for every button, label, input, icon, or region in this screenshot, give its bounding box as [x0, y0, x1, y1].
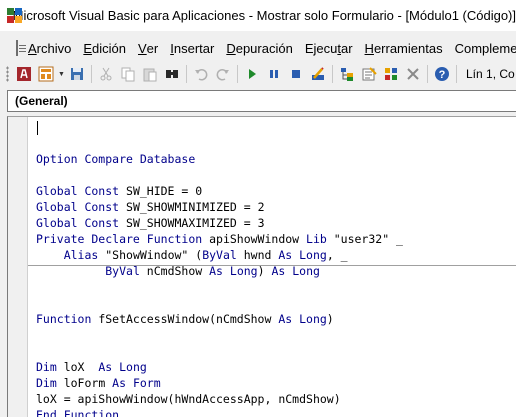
break-icon[interactable] — [263, 63, 285, 85]
menu-archivo[interactable]: Archivo — [22, 37, 77, 59]
margin-indicator-bar[interactable] — [8, 117, 28, 417]
toolbox-icon[interactable] — [402, 63, 424, 85]
window-title: Microsoft Visual Basic para Aplicaciones… — [12, 8, 516, 23]
code-line[interactable]: loX = apiShowWindow(hWndAccessApp, nCmdS… — [36, 391, 341, 407]
run-icon[interactable] — [241, 63, 263, 85]
save-icon[interactable] — [66, 63, 88, 85]
standard-toolbar: ▼ ? Lín 1, Co — [0, 62, 516, 86]
design-mode-icon[interactable] — [307, 63, 329, 85]
svg-text:?: ? — [439, 69, 446, 81]
find-icon[interactable] — [161, 63, 183, 85]
object-dropdown[interactable]: (General) — [7, 90, 516, 112]
object-row: (General) — [0, 86, 516, 116]
code-line[interactable]: Option Compare Database — [36, 151, 195, 167]
toolbar-separator — [332, 65, 333, 83]
text-caret — [37, 121, 38, 135]
menu-complementos[interactable]: Compleme — [449, 37, 516, 59]
cut-icon[interactable] — [95, 63, 117, 85]
menu-bar: Archivo Edición Ver Insertar Depuración Ejecu… — [0, 36, 516, 60]
redo-icon[interactable] — [212, 63, 234, 85]
paste-icon[interactable] — [139, 63, 161, 85]
menu-ejecutar[interactable]: Ejecu t ar — [299, 37, 359, 59]
undo-icon[interactable] — [190, 63, 212, 85]
toolbar-separator — [91, 65, 92, 83]
copy-icon[interactable] — [117, 63, 139, 85]
menu-edicion[interactable]: Edición — [77, 37, 132, 59]
object-browser-icon[interactable] — [380, 63, 402, 85]
title-bar: Microsoft Visual Basic para Aplicaciones… — [0, 0, 516, 31]
toolbar-separator — [237, 65, 238, 83]
insert-module-icon[interactable] — [35, 63, 57, 85]
properties-icon[interactable] — [358, 63, 380, 85]
code-line[interactable]: Dim loX As Long — [36, 359, 147, 375]
code-line[interactable]: ByVal nCmdShow As Long) As Long — [36, 263, 320, 279]
code-line[interactable]: Global Const SW_HIDE = 0 — [36, 183, 202, 199]
toolbar-separator — [456, 65, 457, 83]
code-line[interactable]: Global Const SW_SHOWMINIMIZED = 2 — [36, 199, 265, 215]
module-doc-icon[interactable] — [16, 40, 26, 56]
chevron-down-icon[interactable]: ▼ — [57, 63, 66, 85]
code-line[interactable]: Function fSetAccessWindow(nCmdShow As Lo… — [36, 311, 334, 327]
cursor-position-readout: Lín 1, Co — [466, 67, 515, 81]
help-icon[interactable]: ? — [431, 63, 453, 85]
menu-depuracion[interactable]: Depuración — [220, 37, 299, 59]
code-line[interactable]: Alias "ShowWindow" (ByVal hwnd As Long, … — [36, 247, 348, 263]
toolbar-separator — [427, 65, 428, 83]
access-icon[interactable] — [13, 63, 35, 85]
menu-insertar[interactable]: Insertar — [164, 37, 220, 59]
menu-ver[interactable]: Ver — [132, 37, 164, 59]
code-editor[interactable]: Option Compare Database Global Const SW_H… — [28, 117, 516, 417]
project-explorer-icon[interactable] — [336, 63, 358, 85]
code-line[interactable]: Global Const SW_SHOWMAXIMIZED = 3 — [36, 215, 265, 231]
reset-icon[interactable] — [285, 63, 307, 85]
code-line[interactable]: Dim loForm As Form — [36, 375, 161, 391]
vba-app-icon — [7, 7, 22, 24]
code-line[interactable]: End Function — [36, 407, 119, 417]
code-line[interactable]: Private Declare Function apiShowWindow L… — [36, 231, 403, 247]
menu-herramientas[interactable]: Herramientas — [359, 37, 449, 59]
toolbar-separator — [186, 65, 187, 83]
code-window[interactable]: Option Compare Database Global Const SW_H… — [7, 116, 516, 417]
toolbar-grip[interactable] — [6, 66, 9, 82]
